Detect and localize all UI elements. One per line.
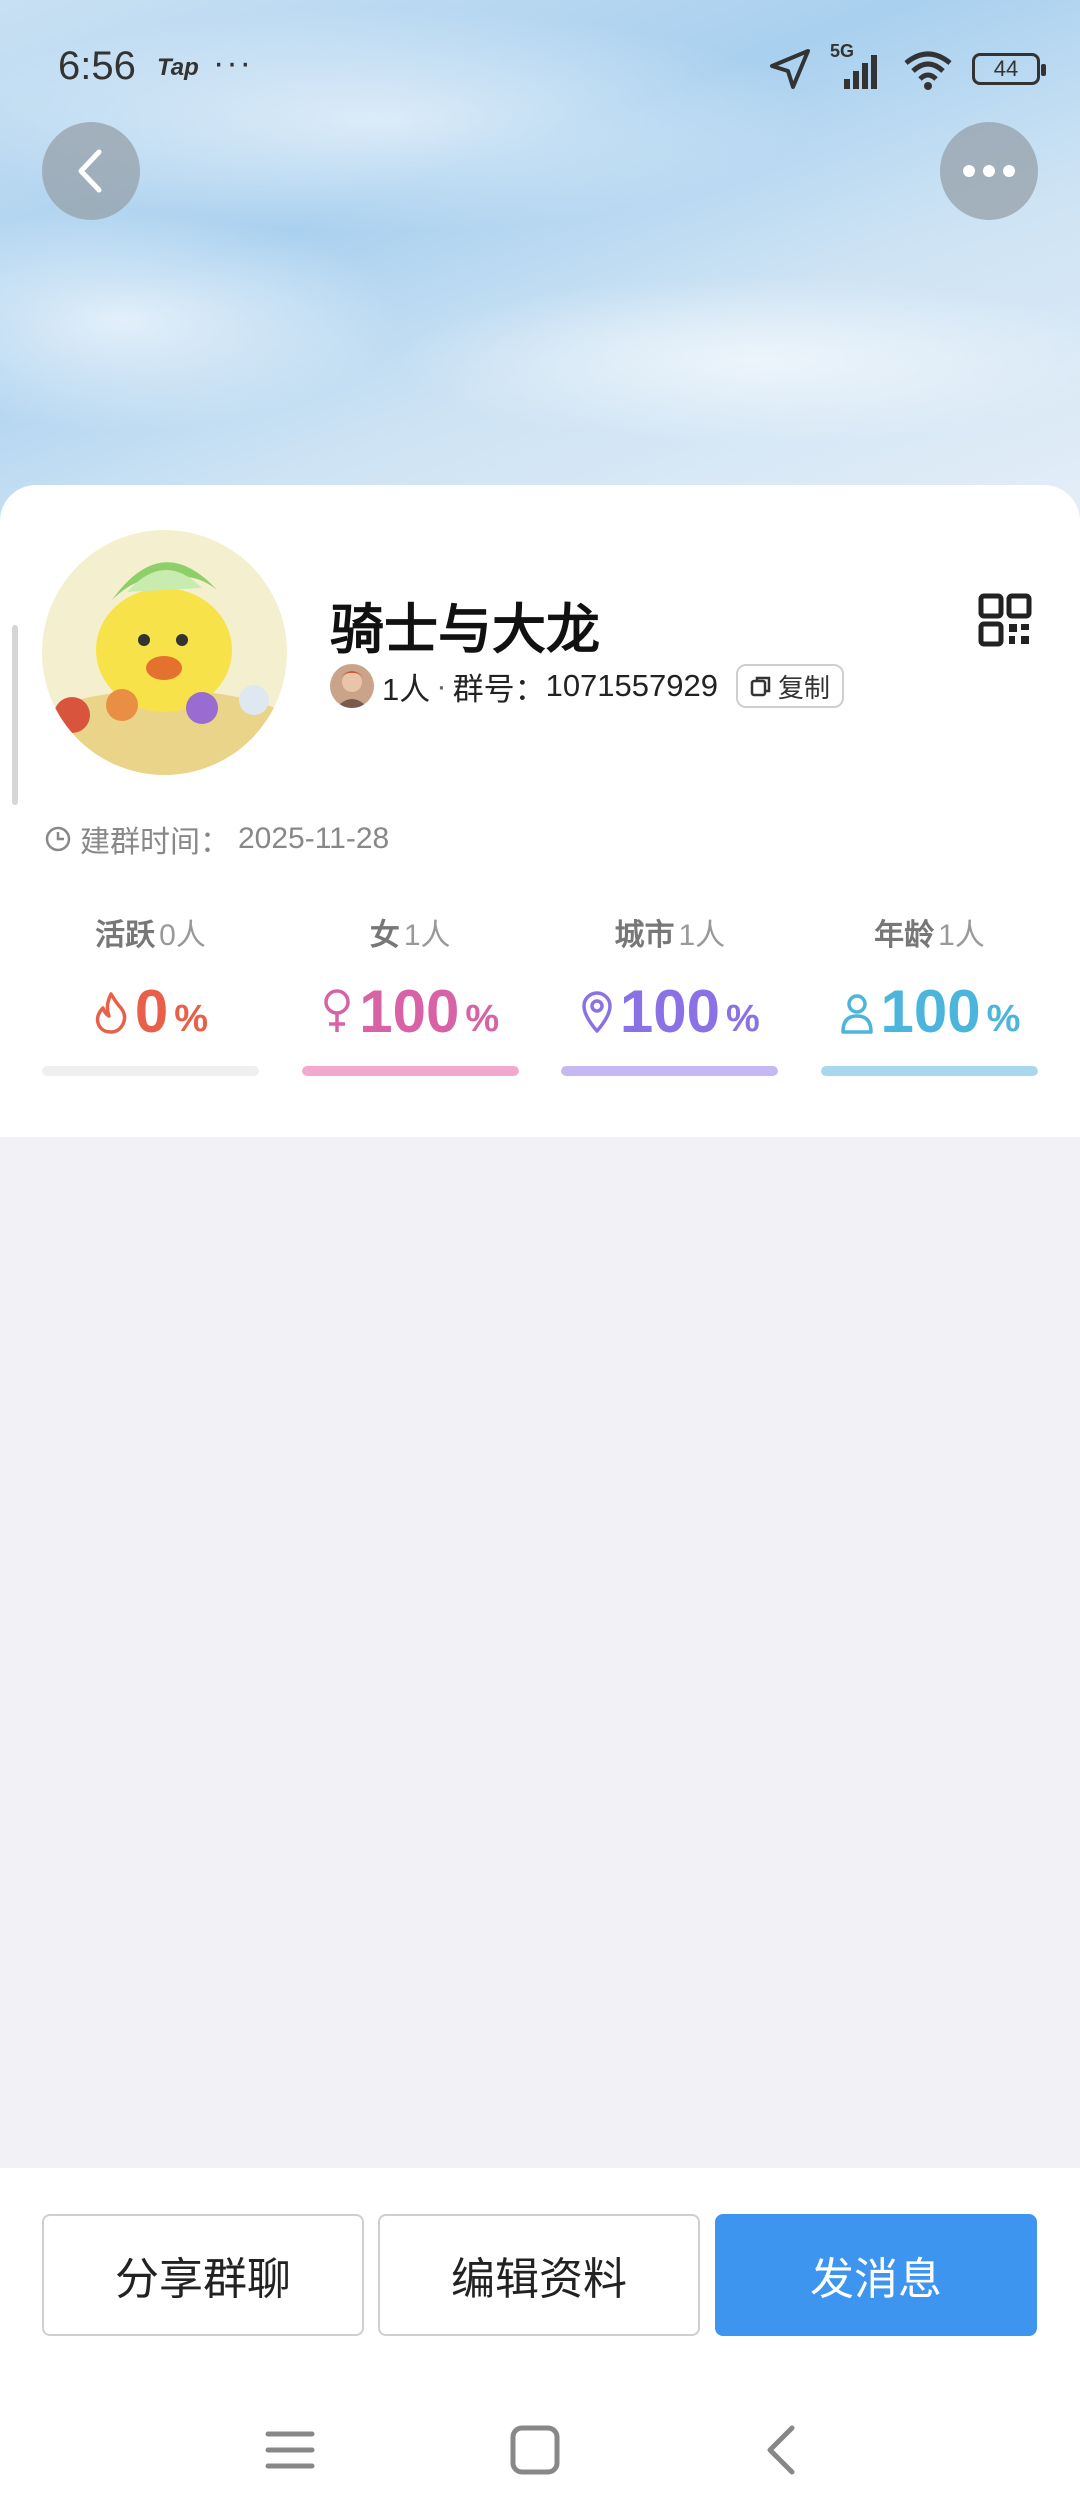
status-bar: 6:56 Tap ··· 5G 44	[0, 0, 1080, 130]
scroll-indicator	[12, 625, 18, 805]
copy-icon	[750, 676, 771, 697]
qr-code-icon[interactable]	[978, 593, 1032, 647]
group-meta: 1人 · 群号： 1071557929 复制	[330, 663, 845, 709]
tap-app-icon: Tap	[157, 54, 199, 81]
stat-female[interactable]: 女 1人 100 %	[301, 910, 519, 1076]
chevron-left-icon	[78, 149, 102, 193]
stat-percent: %	[986, 998, 1021, 1040]
stat-percent: %	[725, 998, 760, 1040]
stat-bar-fill	[301, 1066, 519, 1076]
stat-count: 1人	[678, 919, 726, 952]
stat-bar	[42, 1066, 259, 1076]
send-message-button[interactable]: 发消息	[715, 2214, 1037, 2336]
battery-icon: 44	[972, 53, 1046, 85]
stat-value: 100	[880, 978, 981, 1045]
stat-bar	[561, 1066, 779, 1076]
created-label: 建群时间：	[80, 826, 230, 859]
group-name: 骑士与大龙	[330, 600, 600, 660]
stat-bar-fill	[820, 1066, 1038, 1076]
flame-icon	[95, 992, 127, 1034]
stat-label: 女	[369, 919, 400, 952]
clock-icon	[45, 826, 71, 852]
group-info-card: 骑士与大龙 1人 · 群号： 1071557929 复制 建群时间： 2025-…	[0, 485, 1080, 1137]
group-id-label: 群号：	[452, 671, 546, 707]
copy-button[interactable]: 复制	[736, 664, 845, 708]
created-time: 建群时间： 2025-11-28	[44, 817, 389, 861]
cellular-signal-icon: 5G	[830, 41, 884, 91]
created-date: 2025-11-28	[238, 822, 390, 855]
stat-bar-fill	[561, 1066, 779, 1076]
stat-percent: %	[465, 998, 500, 1040]
meta-separator: ·	[436, 668, 447, 703]
stat-percent: %	[174, 998, 209, 1040]
stat-bar	[301, 1066, 519, 1076]
battery-level: 44	[993, 56, 1019, 81]
member-avatar[interactable]	[330, 664, 374, 708]
edit-profile-button[interactable]: 编辑资料	[378, 2214, 700, 2336]
stat-value: 100	[359, 978, 460, 1045]
status-icons: 5G 44	[768, 41, 1046, 94]
stat-bar	[820, 1066, 1038, 1076]
group-avatar[interactable]	[42, 530, 287, 775]
home-icon[interactable]	[505, 2420, 565, 2480]
more-options-button[interactable]	[940, 122, 1038, 220]
back-nav-icon[interactable]	[752, 2420, 812, 2480]
share-group-button[interactable]: 分享群聊	[42, 2214, 364, 2336]
ellipsis-icon	[963, 165, 1015, 177]
stat-label: 年龄	[874, 919, 935, 952]
wifi-icon	[904, 51, 952, 90]
stat-age[interactable]: 年龄 1人 100 %	[820, 910, 1038, 1076]
stat-city[interactable]: 城市 1人 100 %	[561, 910, 779, 1076]
stat-count: 1人	[403, 919, 451, 952]
stat-label: 活跃	[95, 919, 156, 952]
action-bar: 分享群聊 编辑资料 发消息	[0, 2168, 1080, 2520]
system-nav-bar	[0, 2395, 1080, 2505]
stat-count: 1人	[938, 919, 985, 952]
member-count: 1人	[382, 671, 431, 707]
female-icon	[324, 989, 350, 1032]
stat-label: 城市	[614, 919, 675, 952]
group-id: 1071557929	[545, 668, 718, 703]
menu-icon[interactable]	[260, 2420, 320, 2480]
location-arrow-icon	[770, 49, 810, 89]
back-button[interactable]	[42, 122, 140, 220]
stat-active[interactable]: 活跃 0人 0 %	[42, 910, 259, 1076]
stat-value: 0	[134, 978, 169, 1045]
location-pin-icon	[582, 991, 612, 1033]
stat-count: 0人	[159, 919, 206, 952]
member-stats: 活跃 0人 0 % 女 1人 100 % 城市 1人 100 % 年龄 1人 1…	[42, 910, 1038, 1076]
person-icon	[840, 994, 873, 1034]
more-notifications-icon: ···	[213, 44, 253, 82]
status-time: 6:56	[58, 44, 136, 88]
copy-label: 复制	[778, 672, 831, 703]
stat-value: 100	[619, 978, 720, 1045]
